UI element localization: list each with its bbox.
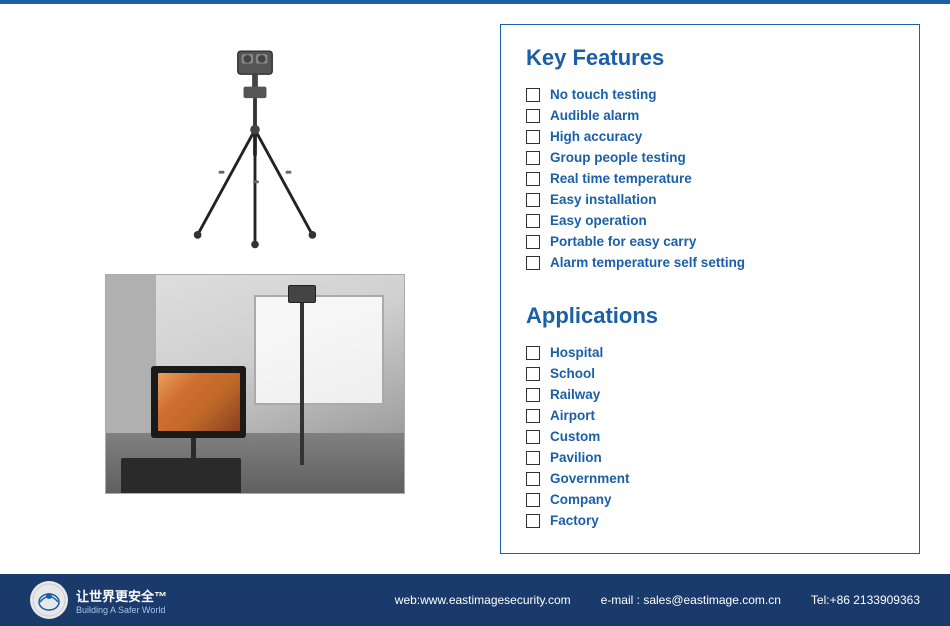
checkbox-icon	[526, 367, 540, 381]
feature-label: No touch testing	[550, 87, 657, 102]
list-item: No touch testing	[526, 87, 894, 102]
footer: 让世界更安全™ Building A Safer World web:www.e…	[0, 574, 950, 626]
footer-logo-subtext: Building A Safer World	[76, 605, 167, 615]
checkbox-icon	[526, 409, 540, 423]
tripod-camera-image	[155, 24, 355, 264]
key-features-list: No touch testing Audible alarm High accu…	[526, 87, 894, 270]
list-item: Airport	[526, 408, 894, 423]
list-item: Hospital	[526, 345, 894, 360]
checkbox-icon	[526, 451, 540, 465]
checkbox-icon	[526, 388, 540, 402]
checkbox-icon	[526, 109, 540, 123]
checkbox-icon	[526, 88, 540, 102]
feature-label: Railway	[550, 387, 600, 402]
list-item: Audible alarm	[526, 108, 894, 123]
feature-label: Easy installation	[550, 192, 657, 207]
checkbox-icon	[526, 472, 540, 486]
checkbox-icon	[526, 493, 540, 507]
list-item: High accuracy	[526, 129, 894, 144]
feature-label: Pavilion	[550, 450, 602, 465]
checkbox-icon	[526, 151, 540, 165]
list-item: Group people testing	[526, 150, 894, 165]
checkbox-icon	[526, 430, 540, 444]
key-features-title: Key Features	[526, 45, 894, 71]
main-content: Key Features No touch testing Audible al…	[0, 4, 950, 574]
divider	[526, 286, 894, 287]
checkbox-icon	[526, 514, 540, 528]
feature-label: High accuracy	[550, 129, 642, 144]
feature-label: Airport	[550, 408, 595, 423]
footer-tel: Tel:+86 2133909363	[811, 593, 920, 607]
feature-label: Alarm temperature self setting	[550, 255, 745, 270]
list-item: Government	[526, 471, 894, 486]
feature-label: Audible alarm	[550, 108, 639, 123]
footer-contact: web:www.eastimagesecurity.com e-mail : s…	[395, 593, 920, 607]
checkbox-icon	[526, 193, 540, 207]
list-item: Easy operation	[526, 213, 894, 228]
feature-label: Government	[550, 471, 630, 486]
checkbox-icon	[526, 235, 540, 249]
checkbox-icon	[526, 172, 540, 186]
list-item: Company	[526, 492, 894, 507]
footer-email: e-mail : sales@eastimage.com.cn	[601, 593, 781, 607]
list-item: Real time temperature	[526, 171, 894, 186]
feature-label: Hospital	[550, 345, 603, 360]
applications-title: Applications	[526, 303, 894, 329]
feature-label: Portable for easy carry	[550, 234, 696, 249]
feature-label: Real time temperature	[550, 171, 692, 186]
feature-label: Easy operation	[550, 213, 647, 228]
footer-website: web:www.eastimagesecurity.com	[395, 593, 571, 607]
feature-label: School	[550, 366, 595, 381]
logo-circle	[30, 581, 68, 619]
checkbox-icon	[526, 214, 540, 228]
checkbox-icon	[526, 130, 540, 144]
checkbox-icon	[526, 256, 540, 270]
checkbox-icon	[526, 346, 540, 360]
list-item: Factory	[526, 513, 894, 528]
footer-logo-text-block: 让世界更安全™ Building A Safer World	[76, 586, 167, 615]
list-item: Custom	[526, 429, 894, 444]
feature-label: Custom	[550, 429, 600, 444]
feature-label: Group people testing	[550, 150, 686, 165]
list-item: Portable for easy carry	[526, 234, 894, 249]
list-item: School	[526, 366, 894, 381]
feature-label: Factory	[550, 513, 599, 528]
list-item: Easy installation	[526, 192, 894, 207]
footer-logo: 让世界更安全™ Building A Safer World	[30, 581, 167, 619]
room-photo-image	[105, 274, 405, 494]
list-item: Railway	[526, 387, 894, 402]
feature-label: Company	[550, 492, 612, 507]
right-panel: Key Features No touch testing Audible al…	[500, 24, 920, 554]
footer-logo-chinese: 让世界更安全™	[76, 586, 167, 605]
list-item: Pavilion	[526, 450, 894, 465]
left-panel	[30, 24, 480, 554]
applications-list: Hospital School Railway Airport Custom P…	[526, 345, 894, 528]
list-item: Alarm temperature self setting	[526, 255, 894, 270]
